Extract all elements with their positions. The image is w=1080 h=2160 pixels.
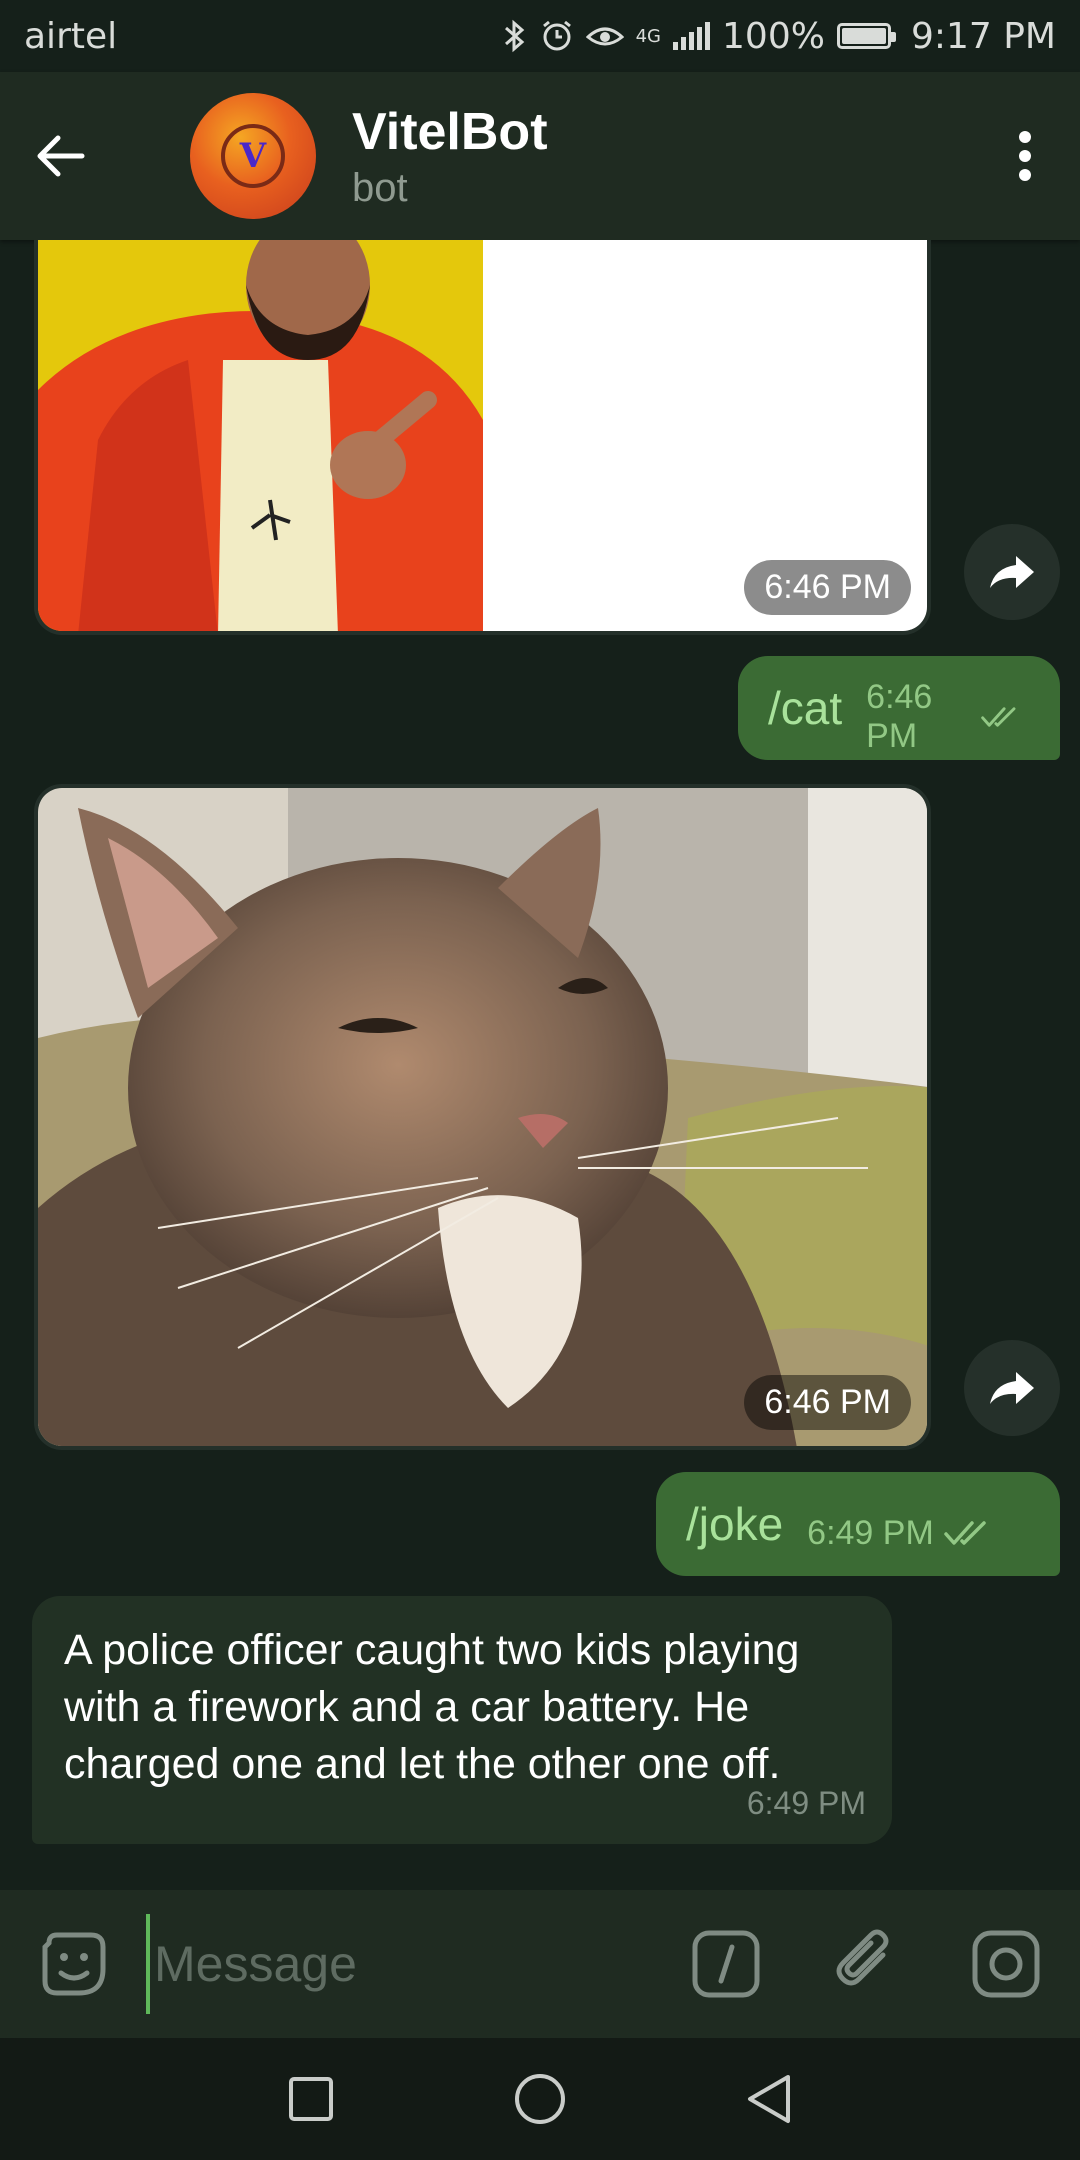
cat-image bbox=[38, 788, 927, 1446]
more-options-button[interactable] bbox=[970, 72, 1080, 240]
chat-title: VitelBot bbox=[352, 102, 548, 161]
avatar-letter: V bbox=[221, 124, 285, 188]
arrow-left-icon bbox=[37, 135, 85, 177]
photo-message[interactable]: 6:46 PM bbox=[34, 240, 931, 635]
signal-icon bbox=[673, 22, 711, 50]
emoji-button[interactable] bbox=[24, 1914, 124, 2014]
slash-command-icon bbox=[692, 1930, 760, 1998]
alarm-icon bbox=[542, 20, 571, 51]
message-time: 6:49 PM bbox=[807, 1513, 934, 1552]
message-text: /cat bbox=[768, 682, 843, 734]
paperclip-icon bbox=[836, 1929, 889, 1986]
carrier-label: airtel bbox=[24, 15, 118, 57]
bot-avatar[interactable]: V bbox=[190, 93, 316, 219]
double-check-icon bbox=[980, 707, 1016, 727]
message-time: 6:46 PM bbox=[866, 678, 933, 755]
battery-icon bbox=[836, 23, 896, 49]
message-list[interactable]: 6:46 PM /cat 6:46 PM 6:46 PM /joke 6:49 … bbox=[0, 240, 1080, 1890]
share-arrow-icon bbox=[990, 556, 1034, 588]
system-navigation-bar bbox=[0, 2038, 1080, 2160]
outgoing-message[interactable]: /cat 6:46 PM bbox=[738, 656, 1060, 760]
clock: 9:17 PM bbox=[910, 15, 1056, 57]
message-text: A police officer caught two kids playing… bbox=[64, 1626, 800, 1788]
forward-button[interactable] bbox=[964, 1340, 1060, 1436]
more-vertical-icon bbox=[1019, 131, 1031, 181]
camera-icon bbox=[972, 1930, 1040, 1998]
double-check-icon bbox=[944, 1521, 986, 1545]
bot-commands-button[interactable] bbox=[676, 1914, 776, 2014]
chat-subtitle: bot bbox=[352, 165, 408, 210]
attach-button[interactable] bbox=[816, 1914, 916, 2014]
message-text: /joke bbox=[686, 1498, 784, 1550]
status-bar: airtel 4G 100% 9:17 PM bbox=[0, 0, 1080, 72]
outgoing-message[interactable]: /joke 6:49 PM bbox=[656, 1472, 1060, 1576]
bluetooth-icon bbox=[504, 19, 524, 53]
forward-button[interactable] bbox=[964, 524, 1060, 620]
battery-percent: 100% bbox=[722, 15, 825, 57]
message-time: 6:46 PM bbox=[744, 560, 911, 615]
message-meta: 6:46 PM bbox=[866, 678, 1022, 756]
share-arrow-icon bbox=[990, 1372, 1034, 1404]
back-triangle-icon[interactable] bbox=[746, 2073, 792, 2125]
back-button[interactable] bbox=[0, 72, 120, 240]
composer-bar: Message bbox=[0, 1890, 1080, 2038]
status-icons: 4G 100% 9:17 PM bbox=[502, 16, 1056, 57]
incoming-message[interactable]: A police officer caught two kids playing… bbox=[32, 1596, 892, 1844]
chat-header: V VitelBot bot bbox=[0, 72, 1080, 240]
recent-apps-icon[interactable] bbox=[288, 2076, 334, 2122]
message-time: 6:46 PM bbox=[744, 1375, 911, 1430]
photo-message[interactable]: 6:46 PM bbox=[34, 784, 931, 1450]
message-input[interactable]: Message bbox=[146, 1914, 676, 2014]
sticker-emoji-icon bbox=[42, 1932, 106, 1996]
network-type: 4G bbox=[635, 25, 662, 47]
eye-comfort-icon bbox=[585, 27, 624, 46]
camera-button[interactable] bbox=[956, 1914, 1056, 2014]
home-icon[interactable] bbox=[514, 2073, 566, 2125]
message-meta: 6:49 PM bbox=[807, 1514, 994, 1553]
chat-titles[interactable]: VitelBot bot bbox=[352, 102, 970, 211]
